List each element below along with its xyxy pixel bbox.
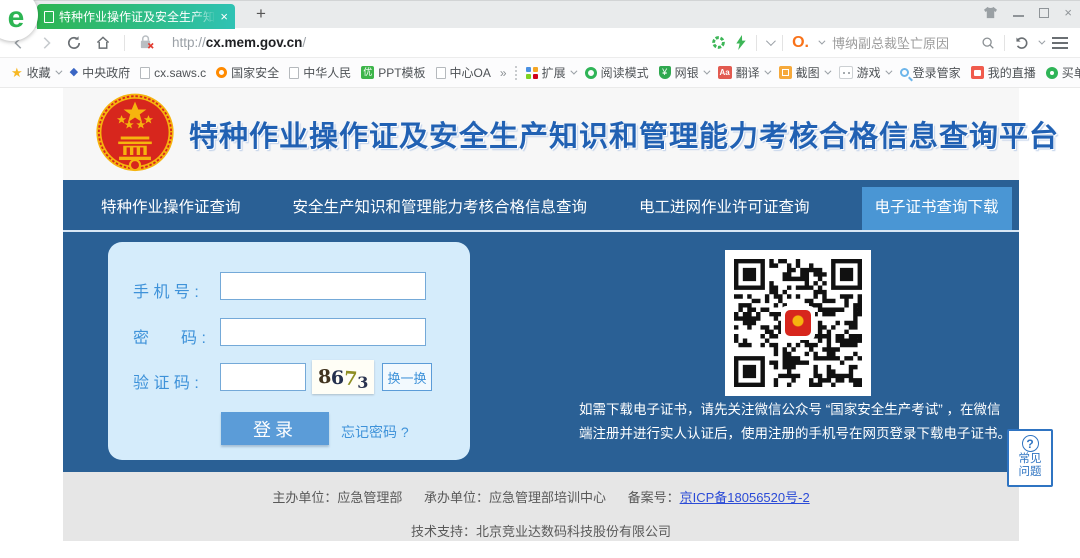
tab-title: 特种作业操作证及安全生产知识 xyxy=(59,8,216,25)
url-text[interactable]: http://cx.mem.gov.cn/ xyxy=(172,35,306,50)
nav-tab-safety-knowledge[interactable]: 安全生产知识和管理能力考核合格信息查询 xyxy=(293,187,588,230)
theme-skin-icon[interactable] xyxy=(983,6,998,19)
orange-ring-icon xyxy=(216,67,227,78)
toolbar-live[interactable]: 我的直播 xyxy=(966,62,1041,83)
footer-line1: 主办单位：应急管理部 承办单位：应急管理部培训中心 备案号：京ICP备18056… xyxy=(63,487,1019,506)
pay-helper-icon xyxy=(1046,67,1058,79)
phone-label: 手 机 号 : xyxy=(133,278,199,302)
phone-input[interactable] xyxy=(220,272,426,300)
forward-icon[interactable] xyxy=(39,36,53,50)
bookmark-item[interactable]: ◆中央政府 xyxy=(65,62,135,83)
bookmark-item[interactable]: 优PPT模板 xyxy=(356,62,430,83)
tab-strip: e 特种作业操作证及安全生产知识 × + × xyxy=(0,0,1080,28)
search-icon[interactable] xyxy=(981,36,995,50)
toolbar-extensions[interactable]: 扩展 xyxy=(521,62,580,83)
site-header: 特种作业操作证及安全生产知识和管理能力考核合格信息查询平台 xyxy=(63,88,1019,180)
toolbar-pay-helper[interactable]: 买单助手 xyxy=(1041,62,1080,83)
site-footer: 主办单位：应急管理部 承办单位：应急管理部培训中心 备案号：京ICP备18056… xyxy=(63,472,1019,541)
home-icon[interactable] xyxy=(95,35,111,50)
tab-close-icon[interactable]: × xyxy=(220,9,228,24)
faq-button[interactable]: ? 常见 问题 xyxy=(1007,429,1053,487)
toolbar-reader-mode[interactable]: 阅读模式 xyxy=(580,62,654,83)
chevron-down-icon[interactable] xyxy=(766,36,776,46)
extensions-icon xyxy=(526,67,538,79)
toolbar-screenshot[interactable]: 截图 xyxy=(774,62,834,83)
nav-band: 特种作业操作证查询 安全生产知识和管理能力考核合格信息查询 电工进网作业许可证查… xyxy=(63,180,1019,232)
doc-icon xyxy=(436,67,446,79)
captcha-image[interactable]: 8673 xyxy=(312,360,374,394)
bookmark-favorites[interactable]: ★收藏 xyxy=(6,62,65,83)
footer-host: 主办单位：应急管理部 xyxy=(272,490,402,505)
doc-icon xyxy=(289,67,299,79)
speed-mode-icon[interactable] xyxy=(711,35,726,50)
qr-instructions: 如需下载电子证书，请先关注微信公众号 “国家安全生产考试” ，在微信 端注册并进… xyxy=(579,398,1031,446)
bookmark-item[interactable]: 国家安全 xyxy=(211,62,284,83)
page-title: 特种作业操作证及安全生产知识和管理能力考核合格信息查询平台 xyxy=(189,113,1059,155)
footer-icp-label: 备案号： xyxy=(628,490,680,505)
login-panel: 手 机 号 : 密 码 : 验 证 码 : 8673 换一换 登录 忘记密码 ? xyxy=(108,242,470,460)
qr-instruction-line: 如需下载电子证书，请先关注微信公众号 “国家安全生产考试” ，在微信 xyxy=(579,398,1031,422)
search-engine-chevron-icon[interactable] xyxy=(818,38,825,45)
password-label: 密 码 : xyxy=(133,324,206,348)
captcha-refresh-button[interactable]: 换一换 xyxy=(382,363,432,391)
password-input[interactable] xyxy=(220,318,426,346)
login-button[interactable]: 登录 xyxy=(221,412,329,445)
insecure-lock-icon[interactable] xyxy=(138,35,155,50)
close-window-button[interactable]: × xyxy=(1064,6,1072,19)
maximize-button[interactable] xyxy=(1039,8,1049,18)
reader-mode-icon xyxy=(585,67,597,79)
toolbar-bank[interactable]: ¥网银 xyxy=(654,62,713,83)
nav-tab-special-operations[interactable]: 特种作业操作证查询 xyxy=(101,187,241,230)
menu-icon[interactable] xyxy=(1052,34,1068,52)
bookmark-item[interactable]: 中华人民 xyxy=(284,62,356,83)
bookmarks-bar: ★收藏 ◆中央政府 cx.saws.c 国家安全 中华人民 优PPT模板 中心O… xyxy=(0,58,1080,88)
restore-tabs-chevron-icon[interactable] xyxy=(1038,38,1045,45)
qr-center-emblem-icon xyxy=(781,306,815,340)
live-icon xyxy=(971,66,984,79)
restore-tabs-icon[interactable] xyxy=(1014,35,1029,50)
login-keeper-icon xyxy=(900,68,909,77)
question-mark-icon: ? xyxy=(1022,435,1039,452)
captcha-label: 验 证 码 : xyxy=(133,369,199,393)
qr-code xyxy=(725,250,871,396)
footer-organizer: 承办单位：应急管理部培训中心 xyxy=(424,490,606,505)
diamond-icon: ◆ xyxy=(70,67,78,78)
address-bar: http://cx.mem.gov.cn/ O. 博纳副总裁坠亡原因 xyxy=(0,28,1080,58)
screenshot-icon xyxy=(779,66,792,79)
toolbar-translate[interactable]: Aa翻译 xyxy=(713,62,774,83)
translate-icon: Aa xyxy=(718,66,732,79)
search-input[interactable]: 博纳副总裁坠亡原因 xyxy=(832,33,972,52)
ppt-icon: 优 xyxy=(361,66,374,79)
captcha-input[interactable] xyxy=(220,363,306,391)
bookmarks-overflow-button[interactable]: » xyxy=(496,66,511,80)
search-engine-logo[interactable]: O. xyxy=(792,34,809,52)
games-icon xyxy=(839,66,853,79)
icp-link[interactable]: 京ICP备18056520号-2 xyxy=(680,490,810,505)
reload-icon[interactable] xyxy=(66,35,82,51)
footer-support: 技术支持：北京竞业达数码科技股份有限公司 xyxy=(63,521,1019,540)
bookmark-item[interactable]: 中心OA xyxy=(431,62,496,83)
page-doc-icon xyxy=(44,11,54,23)
forgot-password-link[interactable]: 忘记密码 ? xyxy=(341,422,409,442)
lightning-boost-icon[interactable] xyxy=(735,35,747,50)
chevron-down-icon xyxy=(55,68,62,75)
toolbar-games[interactable]: 游戏 xyxy=(834,62,895,83)
browser-tab[interactable]: 特种作业操作证及安全生产知识 × xyxy=(37,4,235,29)
bank-shield-icon: ¥ xyxy=(659,66,671,79)
qr-instruction-line: 端注册并进行实人认证后，使用注册的手机号在网页登录下载电子证书。 xyxy=(579,422,1031,446)
bookmark-item[interactable]: cx.saws.c xyxy=(135,64,211,82)
minimize-button[interactable] xyxy=(1013,15,1024,17)
main-content: 手 机 号 : 密 码 : 验 证 码 : 8673 换一换 登录 忘记密码 ?… xyxy=(63,232,1019,472)
new-tab-button[interactable]: + xyxy=(248,4,274,24)
doc-icon xyxy=(140,67,150,79)
toolbar-login-keeper[interactable]: 登录管家 xyxy=(895,62,966,83)
nav-tab-electrician-permit[interactable]: 电工进网作业许可证查询 xyxy=(639,187,810,230)
national-emblem-icon xyxy=(93,90,177,178)
nav-tab-ecert-download[interactable]: 电子证书查询下载 xyxy=(862,187,1012,230)
star-icon: ★ xyxy=(11,66,23,79)
